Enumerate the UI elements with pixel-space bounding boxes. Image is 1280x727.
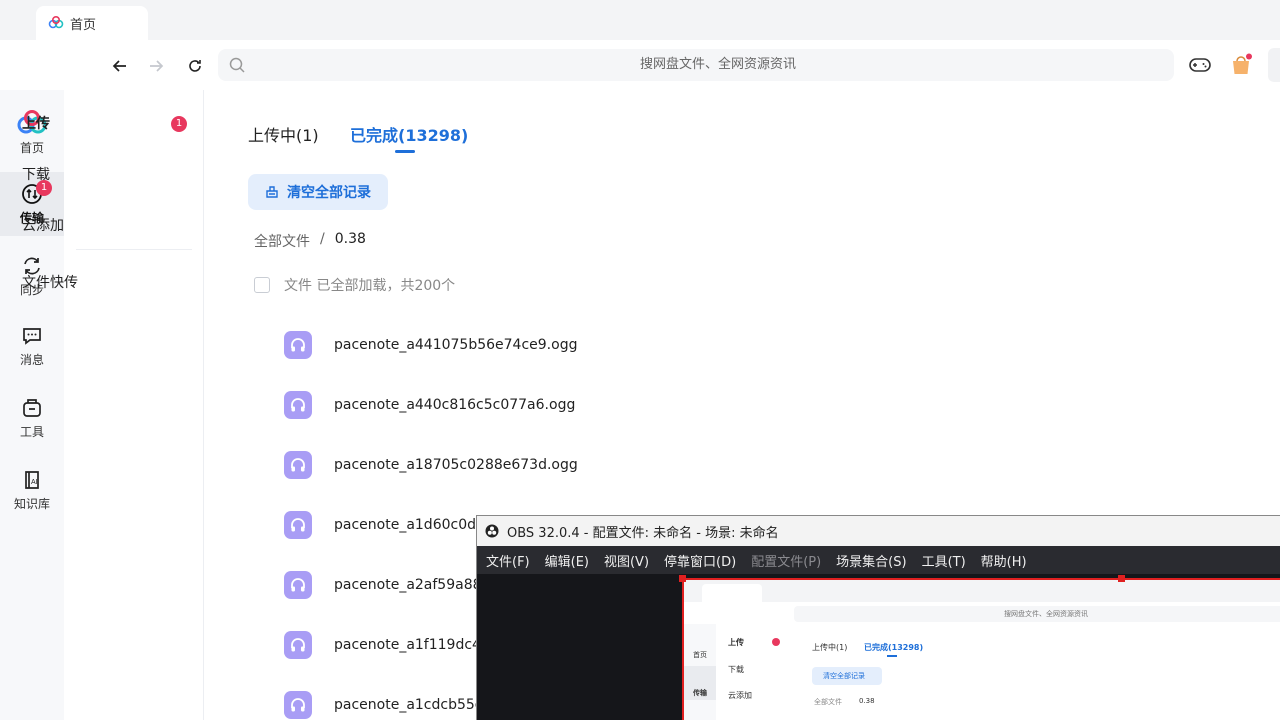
obs-menu-bar: 文件(F) 编辑(E) 视图(V) 停靠窗口(D) 配置文件(P) 场景集合(S…: [477, 546, 1280, 574]
mini-tab: [702, 584, 762, 602]
submenu-item-cloud-add[interactable]: 云添加: [12, 206, 192, 246]
file-row[interactable]: pacenote_a440c816c5c077a6.ogg: [284, 383, 784, 427]
obs-window: OBS 32.0.4 - 配置文件: 未命名 - 场景: 未命名 文件(F) 编…: [476, 515, 1280, 720]
audio-file-icon: [284, 691, 312, 719]
obs-menu-docks[interactable]: 停靠窗口(D): [664, 551, 736, 570]
audio-file-icon: [284, 631, 312, 659]
headphones-icon: [291, 338, 305, 352]
obs-menu-profile: 配置文件(P): [751, 554, 822, 570]
rail-label-knowledge: 知识库: [13, 496, 50, 511]
file-name: pacenote_a1cdcb55cb: [334, 697, 492, 713]
obs-menu-file[interactable]: 文件(F): [486, 551, 530, 570]
headphones-icon: [291, 578, 305, 592]
toolbox-icon: [23, 398, 41, 417]
file-name: pacenote_a440c816c5c077a6.ogg: [334, 397, 576, 413]
gamepad-icon[interactable]: [1188, 53, 1212, 77]
rail-item-tools[interactable]: 工具: [0, 386, 64, 450]
arrow-right-icon: [150, 60, 164, 72]
arrow-left-icon: [112, 60, 126, 72]
clear-button-label: 清空全部记录: [287, 185, 371, 201]
obs-resize-handle-top-left[interactable]: [679, 575, 686, 582]
headphones-icon: [291, 458, 305, 472]
tab-uploading[interactable]: 上传中(1): [248, 122, 319, 146]
mini-upload: 上传: [728, 638, 744, 647]
obs-title: OBS 32.0.4 - 配置文件: 未命名 - 场景: 未命名: [507, 525, 779, 541]
overflow-button[interactable]: [1268, 48, 1280, 82]
message-icon: [23, 327, 41, 345]
mini-breadcrumb-current: 0.38: [859, 697, 875, 705]
file-name: pacenote_a1d60c0d0: [334, 517, 485, 533]
mini-search-text: 搜网盘文件、全网资源资讯: [1004, 610, 1088, 618]
headphones-icon: [291, 398, 305, 412]
mini-tab-uploading: 上传中(1): [812, 643, 848, 652]
submenu-item-quick-send[interactable]: 文件快传: [12, 263, 192, 303]
clear-all-records-button[interactable]: 清空全部记录: [248, 174, 388, 210]
mini-breadcrumb-root: 全部文件: [814, 698, 842, 706]
breadcrumb-separator: /: [320, 231, 325, 247]
obs-menu-scene-collection[interactable]: 场景集合(S): [836, 551, 906, 570]
select-all-checkbox[interactable]: [254, 277, 270, 293]
refresh-icon: [189, 60, 201, 72]
submenu-divider: [76, 249, 192, 250]
file-row[interactable]: pacenote_a441075b56e74ce9.ogg: [284, 323, 784, 367]
mini-rail-home: 首页: [693, 651, 707, 659]
breadcrumb: 全部文件 / 0.38: [254, 231, 366, 251]
rail-label-messages: 消息: [19, 352, 44, 367]
knowledge-base-icon: AI: [25, 470, 39, 489]
submenu-item-download[interactable]: 下载: [12, 155, 192, 195]
mini-tab-indicator: [887, 655, 897, 657]
mini-cloud-add: 云添加: [728, 691, 752, 700]
rail-item-messages[interactable]: 消息: [0, 314, 64, 378]
mini-clear-label: 清空全部记录: [823, 672, 865, 680]
baidu-cloud-logo-icon: [48, 16, 64, 29]
headphones-icon: [291, 518, 305, 532]
svg-text:AI: AI: [31, 479, 38, 486]
obs-menu-tools[interactable]: 工具(T): [922, 551, 966, 570]
file-row[interactable]: pacenote_a18705c0288e673d.ogg: [284, 443, 784, 487]
gift-bag-icon[interactable]: [1229, 53, 1253, 77]
breadcrumb-current: 0.38: [334, 231, 366, 247]
obs-menu-help[interactable]: 帮助(H): [981, 551, 1027, 570]
refresh-button[interactable]: [183, 54, 207, 78]
tab-completed[interactable]: 已完成(13298): [350, 122, 468, 146]
broom-icon: [266, 186, 278, 198]
audio-file-icon: [284, 451, 312, 479]
mini-tab-completed: 已完成(13298): [864, 643, 924, 652]
back-button[interactable]: [108, 54, 132, 78]
browser-tab-strip: [0, 0, 1280, 40]
headphones-icon: [291, 698, 305, 712]
rail-label-tools: 工具: [19, 424, 44, 439]
obs-logo-icon: [485, 524, 499, 538]
audio-file-icon: [284, 331, 312, 359]
search-placeholder: 搜网盘文件、全网资源资讯: [639, 57, 796, 72]
file-name: pacenote_a18705c0288e673d.ogg: [334, 457, 578, 473]
tab-home[interactable]: 首页: [36, 6, 148, 40]
file-name: pacenote_a2af59a88c: [334, 577, 490, 593]
mini-upload-badge: [772, 638, 780, 646]
file-name: pacenote_a1f119dc47: [334, 637, 490, 653]
headphones-icon: [291, 638, 305, 652]
audio-file-icon: [284, 391, 312, 419]
obs-menu-view[interactable]: 视图(V): [604, 551, 649, 570]
obs-preview-canvas[interactable]: 搜网盘文件、全网资源资讯 首页 传输 上传 下载 云添加 上传中(1) 已完成(…: [682, 578, 1280, 720]
tab-title: 首页: [70, 17, 97, 33]
upload-badge: 1: [171, 116, 187, 132]
breadcrumb-root[interactable]: 全部文件: [254, 231, 310, 251]
audio-file-icon: [284, 511, 312, 539]
obs-resize-handle-top[interactable]: [1118, 575, 1125, 582]
obs-title-bar[interactable]: OBS 32.0.4 - 配置文件: 未命名 - 场景: 未命名: [477, 516, 1280, 546]
active-tab-indicator: [395, 150, 415, 153]
forward-button[interactable]: [144, 54, 168, 78]
rail-item-knowledge[interactable]: AI 知识库: [0, 458, 64, 522]
file-name: pacenote_a441075b56e74ce9.ogg: [334, 337, 578, 353]
submenu-item-upload[interactable]: 上传: [12, 104, 192, 144]
list-header: 文件 已全部加载，共200个: [284, 278, 456, 294]
mini-tab-strip: [684, 580, 1280, 602]
mini-rail-transfer: 传输: [693, 689, 707, 697]
mini-download: 下载: [728, 665, 744, 674]
obs-menu-edit[interactable]: 编辑(E): [545, 551, 589, 570]
audio-file-icon: [284, 571, 312, 599]
